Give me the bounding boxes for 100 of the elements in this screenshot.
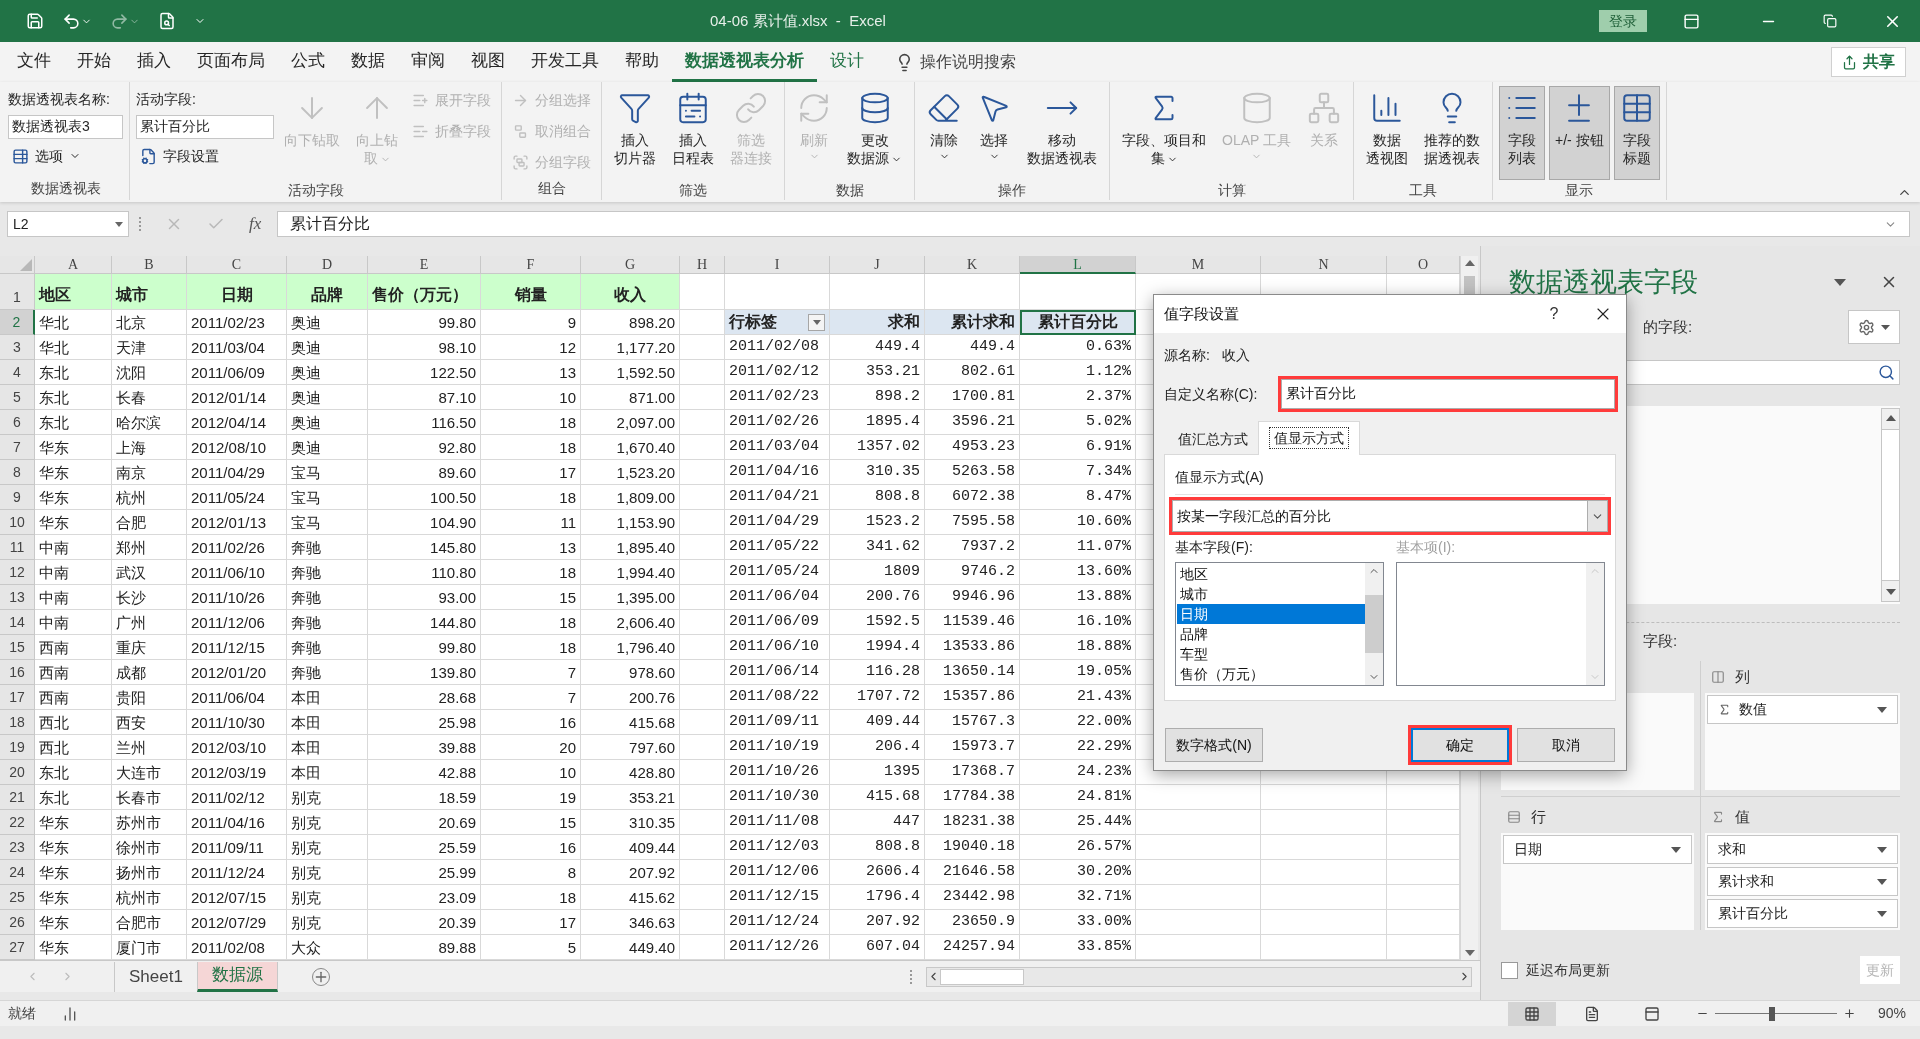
- table-cell: 南京: [112, 460, 187, 485]
- base-item-label: 基本项(I):: [1396, 538, 1457, 557]
- table-cell: 大连市: [112, 760, 187, 785]
- table-cell: 宝马: [287, 460, 368, 485]
- table-header-cell: 收入: [581, 274, 680, 310]
- table-cell: 本田: [287, 685, 368, 710]
- table-cell: 2011/06/10: [187, 560, 287, 585]
- table-cell: 22.00%: [1020, 710, 1136, 735]
- table-cell: 871.00: [581, 385, 680, 410]
- table-cell: 92.80: [368, 435, 481, 460]
- table-cell: 18231.38: [925, 810, 1020, 835]
- table-cell: 18.59: [368, 785, 481, 810]
- table-cell: 中南: [35, 535, 112, 560]
- table-cell: 1,177.20: [581, 335, 680, 360]
- table-cell: 2011/12/06: [725, 860, 830, 885]
- checkbox-label: 延迟布局更新: [1526, 960, 1611, 980]
- group-label: 工具: [1408, 181, 1438, 200]
- table-cell: 89.88: [368, 935, 481, 960]
- table-cell: 6072.38: [925, 485, 1020, 510]
- table-cell: 25.59: [368, 835, 481, 860]
- table-cell: 华东: [35, 835, 112, 860]
- table-cell: 15357.86: [925, 685, 1020, 710]
- group-label: 筛选: [678, 181, 708, 200]
- table-cell: 2011/02/12: [725, 360, 830, 385]
- table-header-cell: 品牌: [287, 274, 368, 310]
- source-name-label: 源名称:: [1164, 346, 1210, 365]
- table-cell: 16.10%: [1020, 610, 1136, 635]
- table-cell: 1796.4: [830, 885, 925, 910]
- table-cell: 合肥市: [112, 910, 187, 935]
- group-label: 计算: [1216, 181, 1247, 200]
- table-cell: 2,606.40: [581, 610, 680, 635]
- table-cell: 409.44: [581, 835, 680, 860]
- field-caption: 活动字段:: [136, 89, 197, 109]
- table-cell: 中南: [35, 585, 112, 610]
- table-cell: 2011/09/11: [725, 710, 830, 735]
- table-cell: 18: [481, 435, 581, 460]
- dialog-title: 值字段设置: [1164, 303, 1240, 324]
- table-cell: 2011/05/24: [725, 560, 830, 585]
- table-cell: 144.80: [368, 610, 481, 635]
- table-cell: 89.60: [368, 460, 481, 485]
- table-cell: 346.63: [581, 910, 680, 935]
- section-label: 的字段:: [1643, 318, 1693, 335]
- table-cell: 奥迪: [287, 360, 368, 385]
- table-cell: 天津: [112, 335, 187, 360]
- table-cell: 26.57%: [1020, 835, 1136, 860]
- table-cell: 7: [481, 660, 581, 685]
- table-cell: 6.91%: [1020, 435, 1136, 460]
- table-cell: 东北: [35, 385, 112, 410]
- table-cell: 2.37%: [1020, 385, 1136, 410]
- table-cell: 奥迪: [287, 435, 368, 460]
- area-label: 行: [1531, 806, 1546, 827]
- table-cell: 奔驰: [287, 585, 368, 610]
- table-cell: 1700.81: [925, 385, 1020, 410]
- table-cell: 10.60%: [1020, 510, 1136, 535]
- table-cell: 23650.9: [925, 910, 1020, 935]
- table-cell: 1,523.20: [581, 460, 680, 485]
- table-cell: 13: [481, 535, 581, 560]
- table-cell: 18: [481, 610, 581, 635]
- table-cell: 310.35: [581, 810, 680, 835]
- table-cell: 4953.23: [925, 435, 1020, 460]
- table-cell: 415.68: [581, 710, 680, 735]
- table-cell: 19040.18: [925, 835, 1020, 860]
- table-cell: 1809: [830, 560, 925, 585]
- table-cell: 2012/08/10: [187, 435, 287, 460]
- table-cell: 8: [481, 860, 581, 885]
- table-cell: 中南: [35, 610, 112, 635]
- table-cell: 2011/09/11: [187, 835, 287, 860]
- table-cell: 沈阳: [112, 360, 187, 385]
- table-cell: 1994.4: [830, 635, 925, 660]
- table-cell: 207.92: [581, 860, 680, 885]
- table-cell: 1395: [830, 760, 925, 785]
- table-cell: 徐州市: [112, 835, 187, 860]
- table-cell: 15: [481, 585, 581, 610]
- table-cell: 15: [481, 810, 581, 835]
- table-cell: 奥迪: [287, 310, 368, 335]
- table-cell: 华北: [35, 335, 112, 360]
- table-cell: 22.29%: [1020, 735, 1136, 760]
- table-cell: 2012/01/13: [187, 510, 287, 535]
- table-header-cell: 日期: [187, 274, 287, 310]
- table-cell: 12: [481, 335, 581, 360]
- table-cell: 2011/03/04: [725, 435, 830, 460]
- table-cell: 华东: [35, 485, 112, 510]
- table-cell: 13533.86: [925, 635, 1020, 660]
- table-cell: 17368.7: [925, 760, 1020, 785]
- table-cell: 449.4: [925, 335, 1020, 360]
- table-cell: 17: [481, 460, 581, 485]
- table-cell: 310.35: [830, 460, 925, 485]
- table-cell: 2011/10/26: [187, 585, 287, 610]
- table-header-cell: 城市: [112, 274, 187, 310]
- table-cell: 1,895.40: [581, 535, 680, 560]
- table-cell: 中南: [35, 560, 112, 585]
- table-cell: 2,097.00: [581, 410, 680, 435]
- table-cell: 415.68: [830, 785, 925, 810]
- table-cell: 东北: [35, 360, 112, 385]
- table-cell: 19.05%: [1020, 660, 1136, 685]
- table-cell: 重庆: [112, 635, 187, 660]
- table-cell: 25.44%: [1020, 810, 1136, 835]
- table-cell: 华东: [35, 435, 112, 460]
- table-cell: 2011/04/16: [187, 810, 287, 835]
- table-cell: 奔驰: [287, 560, 368, 585]
